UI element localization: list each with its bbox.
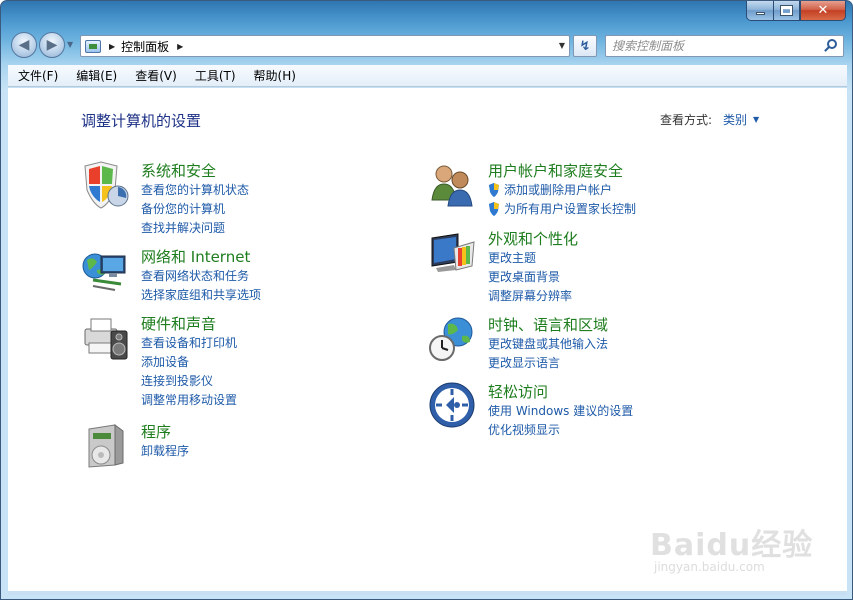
refresh-button[interactable]: ↯ (573, 35, 597, 57)
category-links: 添加或删除用户帐户 为所有用户设置家长控制 (488, 180, 636, 218)
menu-edit[interactable]: 编辑(E) (66, 67, 125, 84)
window-bottom-border (8, 591, 847, 595)
link-desktop-background[interactable]: 更改桌面背景 (488, 267, 572, 286)
search-box[interactable] (605, 35, 844, 57)
minimize-icon (755, 12, 765, 15)
category-links: 查看您的计算机状态 备份您的计算机 查找并解决问题 (141, 180, 249, 237)
category-title[interactable]: 程序 (141, 421, 171, 442)
programs-box-icon[interactable] (81, 421, 131, 471)
link-troubleshoot[interactable]: 查找并解决问题 (141, 218, 249, 237)
display-palette-icon[interactable] (428, 228, 478, 278)
link-backup-computer[interactable]: 备份您的计算机 (141, 199, 249, 218)
category-links: 使用 Windows 建议的设置 优化视频显示 (488, 401, 633, 439)
watermark-url: jingyan.baidu.com (654, 560, 765, 574)
category-title[interactable]: 硬件和声音 (141, 313, 216, 334)
minimize-button[interactable] (746, 1, 773, 21)
category-links: 卸载程序 (141, 441, 189, 460)
navigation-row: ◀ ▶ ▼ ▶ 控制面板 ▶ ▼ ↯ (1, 31, 852, 61)
search-input[interactable] (606, 36, 816, 56)
link-windows-suggested-settings[interactable]: 使用 Windows 建议的设置 (488, 401, 633, 420)
baidu-watermark: Baidu经验 jingyan.baidu.com (650, 510, 840, 580)
link-screen-resolution[interactable]: 调整屏幕分辨率 (488, 286, 572, 305)
breadcrumb-chevron-icon[interactable]: ▶ (177, 42, 183, 51)
shield-computer-icon[interactable] (81, 160, 131, 210)
category-links: 更改键盘或其他输入法 更改显示语言 (488, 334, 608, 372)
link-add-remove-accounts[interactable]: 添加或删除用户帐户 (488, 180, 636, 199)
link-label[interactable]: 为所有用户设置家长控制 (504, 200, 636, 217)
forward-button[interactable]: ▶ (39, 32, 65, 58)
address-dropdown-icon[interactable]: ▼ (559, 41, 565, 50)
link-uninstall-program[interactable]: 卸载程序 (141, 441, 189, 460)
view-by-dropdown[interactable]: 类别 ▼ (723, 111, 759, 128)
clock-globe-icon[interactable] (428, 314, 478, 364)
category-links: 查看网络状态和任务 选择家庭组和共享选项 (141, 266, 261, 304)
link-add-device[interactable]: 添加设备 (141, 352, 237, 371)
breadcrumb-chevron-icon[interactable]: ▶ (109, 42, 115, 51)
refresh-icon: ↯ (579, 38, 591, 54)
category-title[interactable]: 用户帐户和家庭安全 (488, 160, 623, 181)
maximize-icon (780, 5, 793, 16)
link-display-language[interactable]: 更改显示语言 (488, 353, 608, 372)
chevron-down-icon[interactable]: ▼ (753, 115, 759, 124)
menu-tools[interactable]: 工具(T) (185, 67, 244, 84)
view-by-value[interactable]: 类别 (723, 111, 747, 128)
link-devices-printers[interactable]: 查看设备和打印机 (141, 333, 237, 352)
category-title[interactable]: 时钟、语言和区域 (488, 314, 608, 335)
page-title: 调整计算机的设置 (81, 112, 202, 130)
category-title[interactable]: 系统和安全 (141, 160, 216, 181)
recent-pages-dropdown[interactable]: ▼ (67, 40, 73, 49)
close-icon: ✕ (817, 3, 829, 18)
caption-buttons: ✕ (746, 1, 846, 21)
back-button[interactable]: ◀ (11, 32, 37, 58)
link-parental-controls[interactable]: 为所有用户设置家长控制 (488, 199, 636, 218)
menu-file[interactable]: 文件(F) (8, 67, 66, 84)
menu-bar: 文件(F) 编辑(E) 查看(V) 工具(T) 帮助(H) (8, 65, 847, 87)
link-connect-projector[interactable]: 连接到投影仪 (141, 371, 237, 390)
uac-shield-icon (489, 201, 499, 216)
link-mobility-settings[interactable]: 调整常用移动设置 (141, 390, 237, 409)
users-icon[interactable] (428, 160, 478, 210)
uac-shield-icon (489, 182, 499, 197)
menu-help[interactable]: 帮助(H) (244, 67, 304, 84)
ease-of-access-icon[interactable] (428, 381, 478, 431)
link-keyboard-input[interactable]: 更改键盘或其他输入法 (488, 334, 608, 353)
title-bar[interactable]: ✕ (1, 1, 852, 29)
category-title[interactable]: 轻松访问 (488, 381, 548, 402)
category-links: 查看设备和打印机 添加设备 连接到投影仪 调整常用移动设置 (141, 333, 237, 409)
link-change-theme[interactable]: 更改主题 (488, 248, 572, 267)
network-globe-icon[interactable] (81, 246, 131, 296)
back-arrow-icon: ◀ (18, 37, 30, 53)
control-panel-icon (85, 39, 101, 53)
maximize-button[interactable] (773, 1, 800, 21)
link-homegroup-sharing[interactable]: 选择家庭组和共享选项 (141, 285, 261, 304)
category-title[interactable]: 网络和 Internet (141, 246, 250, 267)
close-button[interactable]: ✕ (800, 1, 846, 21)
watermark-logo-text: Baidu经验 (650, 528, 814, 563)
printer-speaker-icon[interactable] (81, 313, 131, 363)
menu-view[interactable]: 查看(V) (125, 67, 185, 84)
view-by-label: 查看方式: (660, 113, 713, 127)
forward-arrow-icon: ▶ (46, 37, 58, 53)
link-view-computer-status[interactable]: 查看您的计算机状态 (141, 180, 249, 199)
link-network-status[interactable]: 查看网络状态和任务 (141, 266, 261, 285)
breadcrumb-control-panel[interactable]: 控制面板 (121, 38, 169, 55)
link-optimize-visual-display[interactable]: 优化视频显示 (488, 420, 633, 439)
category-links: 更改主题 更改桌面背景 调整屏幕分辨率 (488, 248, 572, 305)
search-icon[interactable] (827, 39, 837, 49)
link-label[interactable]: 添加或删除用户帐户 (504, 181, 612, 198)
category-title[interactable]: 外观和个性化 (488, 228, 578, 249)
address-bar[interactable]: ▶ 控制面板 ▶ ▼ (80, 35, 570, 57)
